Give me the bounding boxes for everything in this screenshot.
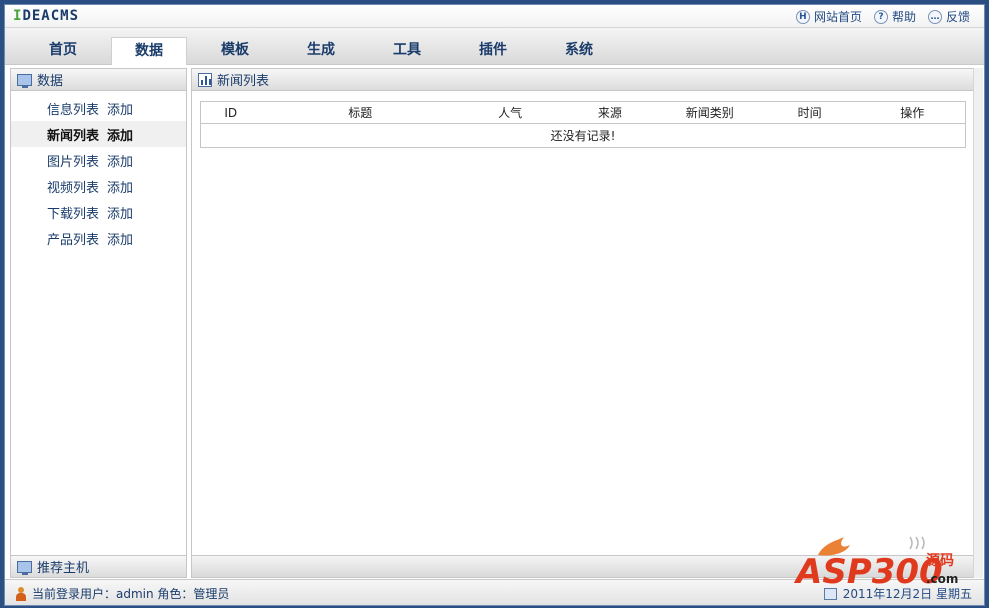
col-category: 新闻类别: [659, 101, 760, 124]
user-icon: [15, 586, 27, 601]
tab-tools[interactable]: 工具: [369, 37, 445, 65]
info-list-link[interactable]: 信息列表: [11, 99, 107, 118]
sidebar-title: 数据: [37, 74, 64, 89]
col-views: 人气: [460, 101, 560, 124]
monitor-icon: [17, 73, 32, 88]
home-icon: H: [795, 9, 810, 24]
page-title: 新闻列表: [217, 74, 270, 89]
product-add-link[interactable]: 添加: [107, 229, 133, 248]
col-source: 来源: [560, 101, 660, 124]
site-home-link[interactable]: H 网站首页: [795, 8, 862, 25]
news-table: ID 标题 人气 来源 新闻类别 时间 操作 还没有记录!: [200, 101, 966, 148]
feedback-link[interactable]: … 反馈: [927, 8, 970, 25]
svg-text:.com: .com: [926, 572, 958, 586]
sidebar: 数据 信息列表 添加 新闻列表 添加 图片列表 添加 视频列表 添加 下载列表 …: [10, 68, 187, 578]
asp300-watermark: ASP300 源码 .com: [793, 536, 958, 591]
vertical-scrollbar[interactable]: [973, 68, 983, 578]
col-time: 时间: [759, 101, 860, 124]
sidebar-header: 数据: [11, 69, 186, 91]
download-list-link[interactable]: 下载列表: [11, 203, 107, 222]
info-add-link[interactable]: 添加: [107, 99, 133, 118]
main-panel-header: 新闻列表: [192, 69, 973, 91]
sidebar-item-news: 新闻列表 添加: [11, 121, 186, 147]
news-add-link[interactable]: 添加: [107, 125, 133, 144]
col-actions: 操作: [859, 101, 966, 124]
tab-template[interactable]: 模板: [197, 37, 273, 65]
monitor-icon: [17, 560, 32, 575]
tab-home[interactable]: 首页: [25, 37, 101, 65]
logo: IDEACMS: [13, 8, 80, 24]
col-title: 标题: [260, 101, 461, 124]
video-list-link[interactable]: 视频列表: [11, 177, 107, 196]
table-row: 还没有记录!: [201, 124, 966, 148]
chat-bubble-icon: …: [927, 9, 942, 24]
sidebar-item-videos: 视频列表 添加: [11, 173, 186, 199]
current-user-info: 当前登录用户：admin 角色：管理员: [15, 585, 229, 602]
top-bar: IDEACMS H 网站首页 ? 帮助 … 反馈: [5, 5, 984, 28]
tab-system[interactable]: 系统: [541, 37, 617, 65]
image-add-link[interactable]: 添加: [107, 151, 133, 170]
sidebar-item-downloads: 下载列表 添加: [11, 199, 186, 225]
tab-generate[interactable]: 生成: [283, 37, 359, 65]
video-add-link[interactable]: 添加: [107, 177, 133, 196]
sidebar-item-products: 产品列表 添加: [11, 225, 186, 251]
help-link[interactable]: ? 帮助: [873, 8, 916, 25]
tab-data[interactable]: 数据: [111, 37, 187, 65]
sidebar-nav: 信息列表 添加 新闻列表 添加 图片列表 添加 视频列表 添加 下载列表 添加 …: [11, 91, 186, 251]
app-window: IDEACMS H 网站首页 ? 帮助 … 反馈 首页 数据 模板 生成 工具 …: [4, 4, 985, 606]
table-header-row: ID 标题 人气 来源 新闻类别 时间 操作: [200, 101, 966, 124]
help-icon: ?: [873, 9, 888, 24]
sidebar-item-info: 信息列表 添加: [11, 95, 186, 121]
download-add-link[interactable]: 添加: [107, 203, 133, 222]
svg-text:源码: 源码: [926, 552, 954, 569]
svg-text:ASP300: ASP300: [793, 552, 943, 591]
main-tab-bar: 首页 数据 模板 生成 工具 插件 系统: [5, 28, 984, 65]
col-id: ID: [200, 101, 261, 124]
sidebar-item-images: 图片列表 添加: [11, 147, 186, 173]
bar-chart-icon: [198, 72, 212, 87]
empty-message: 还没有记录!: [550, 129, 616, 143]
image-list-link[interactable]: 图片列表: [11, 151, 107, 170]
main-panel: 新闻列表 ID 标题 人气 来源 新闻类别 时间 操作 还没有记录!: [191, 68, 974, 578]
product-list-link[interactable]: 产品列表: [11, 229, 107, 248]
top-links: H 网站首页 ? 帮助 … 反馈: [795, 8, 970, 25]
recommended-host-link[interactable]: 推荐主机: [11, 555, 186, 577]
news-list-link[interactable]: 新闻列表: [11, 125, 107, 144]
tab-plugins[interactable]: 插件: [455, 37, 531, 65]
